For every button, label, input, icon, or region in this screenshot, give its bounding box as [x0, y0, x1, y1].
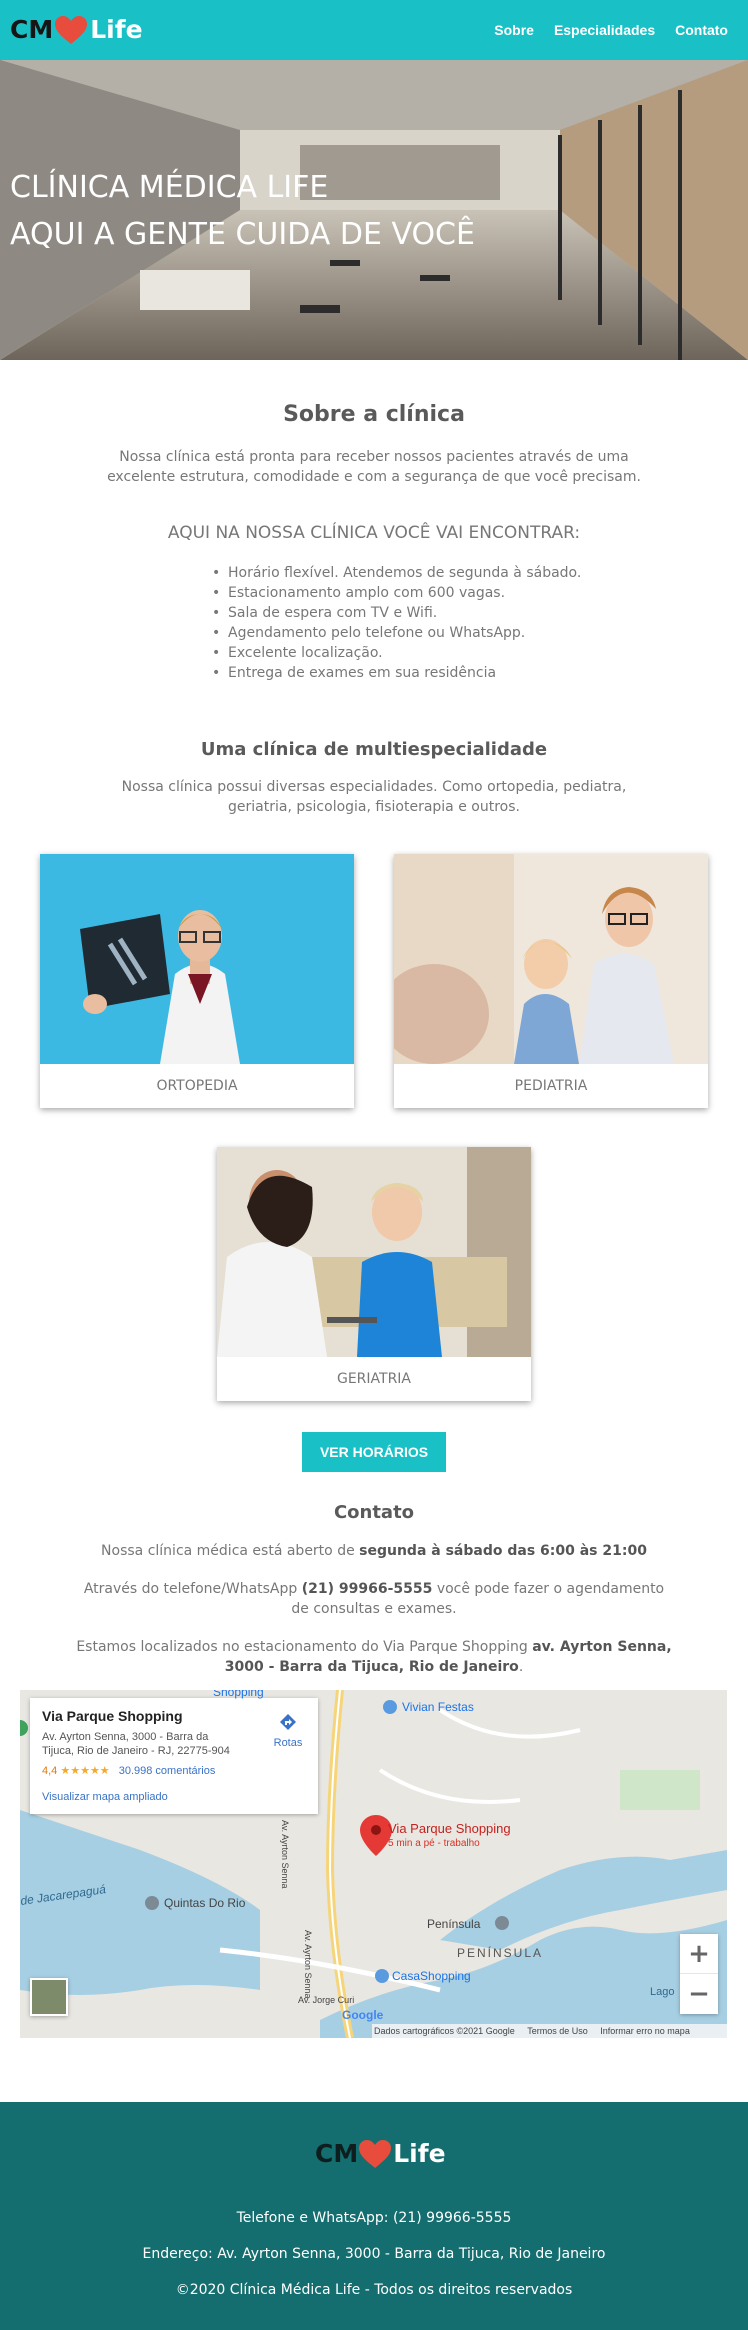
map-terms-link[interactable]: Termos de Uso [527, 2026, 588, 2036]
map-info-card: Via Parque Shopping Av. Ayrton Senna, 30… [30, 1698, 318, 1814]
footer-address: Endereço: Av. Ayrton Senna, 3000 - Barra… [142, 2246, 606, 2262]
map-label: Av. Jorge Curi [298, 1995, 355, 2005]
footer-logo[interactable]: CM Life [315, 2136, 446, 2172]
map-label: Av. Ayrton Senna [280, 1820, 290, 1889]
hero-title-line1: CLÍNICA MÉDICA LIFE [10, 170, 329, 205]
list-item: Sala de espera com TV e Wifi. [212, 603, 581, 623]
list-item: Entrega de exames em sua residência [212, 663, 581, 683]
map-place-name: Via Parque Shopping [42, 1708, 183, 1724]
directions-icon [280, 1714, 296, 1730]
map-expand-link[interactable]: Visualizar mapa ampliado [42, 1791, 306, 1803]
card-label: ORTOPEDIA [156, 1078, 238, 1094]
contact-title: Contato [333, 1502, 415, 1523]
footer-logo-life: Life [393, 2139, 446, 2168]
map-report-link[interactable]: Informar erro no mapa [600, 2026, 690, 2036]
star-rating-icon: ★★★★★ [60, 1765, 110, 1777]
card-label: PEDIATRIA [514, 1078, 588, 1094]
list-item: Horário flexível. Atendemos de segunda à… [212, 563, 581, 583]
logo-life-text: Life [90, 15, 143, 44]
zoom-in-button[interactable]: + [680, 1934, 718, 1974]
nav-link-especialidades[interactable]: Especialidades [554, 22, 655, 38]
map-rating: 4,4 [42, 1765, 58, 1777]
list-item: Agendamento pelo telefone ou WhatsApp. [212, 623, 581, 643]
map-directions-label: Rotas [273, 1737, 303, 1749]
contact-phone-text: Através do telefone/WhatsApp [83, 1581, 302, 1597]
specialties-text: Nossa clínica possui diversas especialid… [121, 779, 627, 815]
contact-hours: Nossa clínica médica está aberto de segu… [60, 1541, 688, 1561]
heart-icon [359, 2140, 392, 2168]
map-attribution-bar: Dados cartográficos ©2021 Google Termos … [372, 2024, 727, 2038]
site-footer: CM Life Telefone e WhatsApp: (21) 99966-… [0, 2102, 748, 2330]
map-label: PENÍNSULA [457, 1946, 544, 1960]
map-satellite-toggle[interactable] [30, 1978, 68, 2016]
footer-phone: Telefone e WhatsApp: (21) 99966-5555 [236, 2210, 512, 2226]
contact-address-suffix: . [518, 1659, 524, 1675]
top-navbar: CM Life Sobre Especialidades Contato [0, 0, 748, 60]
map-label: CasaShopping [392, 1969, 471, 1983]
contact-hours-bold: segunda à sábado das 6:00 às 21:00 [359, 1543, 647, 1559]
map-label: Lago [650, 1986, 675, 1998]
feature-list: Horário flexível. Atendemos de segunda à… [212, 563, 581, 683]
doctor-elderly-photo [217, 1147, 531, 1357]
map-label: Península [427, 1917, 481, 1931]
site-logo[interactable]: CM Life [10, 12, 143, 48]
about-title: Sobre a clínica [283, 402, 465, 427]
map-label: Quintas Do Rio [164, 1896, 246, 1910]
about-subtitle: AQUI NA NOSSA CLÍNICA VOCÊ VAI ENCONTRAR… [167, 523, 581, 543]
ver-horarios-button[interactable]: VER HORÁRIOS [302, 1432, 446, 1472]
hero-banner: CLÍNICA MÉDICA LIFE AQUI A GENTE CUIDA D… [0, 60, 748, 360]
map-rating-row: 4,4 ★★★★★ 30.998 comentários [42, 1764, 306, 1777]
doctor-child-photo [394, 854, 708, 1064]
map-reviews-link[interactable]: 30.998 comentários [119, 1765, 216, 1777]
logo-cm-text: CM [10, 15, 54, 44]
zoom-out-button[interactable]: − [680, 1974, 718, 2014]
map-label: Vivian Festas [402, 1700, 474, 1714]
specialty-card-pediatria[interactable]: PEDIATRIA [394, 854, 708, 1108]
map-directions-button[interactable]: Rotas [268, 1712, 308, 1749]
map-place-address: Av. Ayrton Senna, 3000 - Barra da Tijuca… [42, 1731, 230, 1757]
hero-title-line2: AQUI A GENTE CUIDA DE VOCÊ [10, 217, 475, 252]
map-attribution-data: Dados cartográficos ©2021 Google [374, 2026, 515, 2036]
main-nav: Sobre Especialidades Contato [474, 0, 728, 60]
map-pin-label: Via Parque Shopping [388, 1821, 511, 1836]
doctor-xray-photo [40, 854, 354, 1064]
map-pin-sublabel: 5 min a pé - trabalho [388, 1838, 480, 1849]
nav-link-sobre[interactable]: Sobre [494, 22, 534, 38]
map-zoom-controls: + − [680, 1934, 718, 2014]
google-map-embed[interactable]: Via Parque Shopping Av. Ayrton Senna, 30… [20, 1690, 727, 2038]
specialty-card-ortopedia[interactable]: ORTOPEDIA [40, 854, 354, 1108]
specialty-card-geriatria[interactable]: GERIATRIA [217, 1147, 531, 1401]
map-label: Av. Ayrton Senna [303, 1930, 313, 1999]
hero-title: CLÍNICA MÉDICA LIFE AQUI A GENTE CUIDA D… [10, 164, 475, 258]
list-item: Estacionamento amplo com 600 vagas. [212, 583, 581, 603]
google-logo: Google [342, 2008, 384, 2022]
contact-hours-text: Nossa clínica médica está aberto de [101, 1543, 360, 1559]
nav-link-contato[interactable]: Contato [675, 22, 728, 38]
footer-copyright: ©2020 Clínica Médica Life - Todos os dir… [175, 2282, 573, 2298]
map-label: Shopping [213, 1690, 264, 1699]
card-label: GERIATRIA [336, 1371, 412, 1387]
specialties-title: Uma clínica de multiespecialidade [200, 739, 548, 760]
contact-address: Estamos localizados no estacionamento do… [70, 1637, 678, 1677]
contact-address-text: Estamos localizados no estacionamento do… [76, 1639, 533, 1655]
heart-icon [55, 16, 88, 44]
contact-phone-bold: (21) 99966-5555 [301, 1581, 433, 1597]
about-text: Nossa clínica está pronta para receber n… [107, 449, 641, 485]
contact-phone: Através do telefone/WhatsApp (21) 99966-… [80, 1579, 668, 1619]
list-item: Excelente localização. [212, 643, 581, 663]
footer-logo-cm: CM [315, 2139, 359, 2168]
